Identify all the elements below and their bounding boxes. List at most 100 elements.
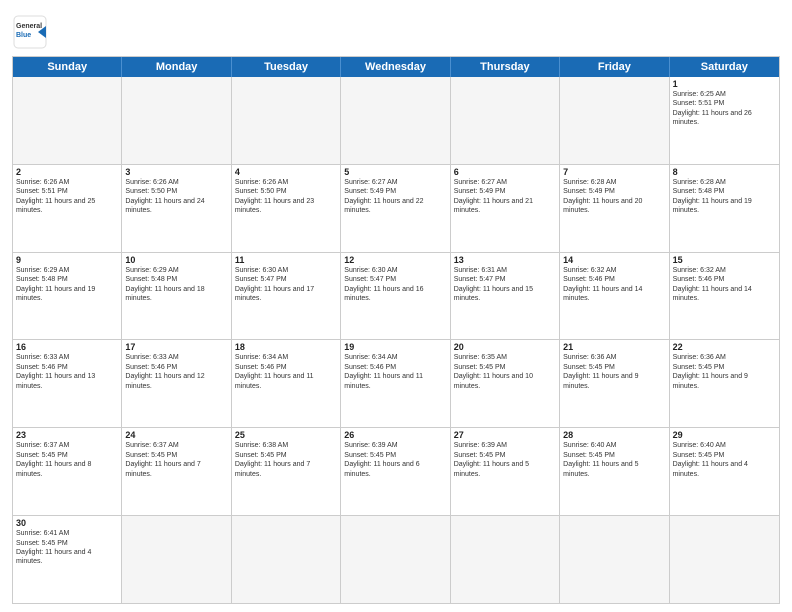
calendar-cell-24: 24Sunrise: 6:37 AM Sunset: 5:45 PM Dayli… <box>122 428 231 515</box>
day-number: 20 <box>454 342 556 352</box>
day-number: 1 <box>673 79 776 89</box>
logo-icon: General Blue <box>12 14 48 50</box>
cell-info: Sunrise: 6:29 AM Sunset: 5:48 PM Dayligh… <box>16 266 118 304</box>
calendar-cell-11: 11Sunrise: 6:30 AM Sunset: 5:47 PM Dayli… <box>232 253 341 340</box>
calendar-cell-1: 1Sunrise: 6:25 AM Sunset: 5:51 PM Daylig… <box>670 77 779 164</box>
calendar-cell-2: 2Sunrise: 6:26 AM Sunset: 5:51 PM Daylig… <box>13 165 122 252</box>
cell-info: Sunrise: 6:26 AM Sunset: 5:50 PM Dayligh… <box>235 178 337 216</box>
day-number: 16 <box>16 342 118 352</box>
day-number: 21 <box>563 342 665 352</box>
cell-info: Sunrise: 6:30 AM Sunset: 5:47 PM Dayligh… <box>344 266 446 304</box>
header-day-thursday: Thursday <box>451 57 560 77</box>
calendar-cell-13: 13Sunrise: 6:31 AM Sunset: 5:47 PM Dayli… <box>451 253 560 340</box>
day-number: 28 <box>563 430 665 440</box>
calendar-cell-9: 9Sunrise: 6:29 AM Sunset: 5:48 PM Daylig… <box>13 253 122 340</box>
calendar-cell-empty-5-6 <box>670 516 779 603</box>
calendar-cell-5: 5Sunrise: 6:27 AM Sunset: 5:49 PM Daylig… <box>341 165 450 252</box>
cell-info: Sunrise: 6:31 AM Sunset: 5:47 PM Dayligh… <box>454 266 556 304</box>
svg-text:Blue: Blue <box>16 32 31 39</box>
day-number: 2 <box>16 167 118 177</box>
page: General Blue SundayMondayTuesdayWednesda… <box>0 0 792 612</box>
calendar-cell-empty-0-3 <box>341 77 450 164</box>
cell-info: Sunrise: 6:40 AM Sunset: 5:45 PM Dayligh… <box>673 441 776 479</box>
cell-info: Sunrise: 6:33 AM Sunset: 5:46 PM Dayligh… <box>16 353 118 391</box>
calendar-cell-19: 19Sunrise: 6:34 AM Sunset: 5:46 PM Dayli… <box>341 340 450 427</box>
day-number: 4 <box>235 167 337 177</box>
cell-info: Sunrise: 6:28 AM Sunset: 5:48 PM Dayligh… <box>673 178 776 216</box>
calendar-row-0: 1Sunrise: 6:25 AM Sunset: 5:51 PM Daylig… <box>13 77 779 164</box>
day-number: 24 <box>125 430 227 440</box>
calendar-cell-empty-5-1 <box>122 516 231 603</box>
day-number: 19 <box>344 342 446 352</box>
calendar-cell-25: 25Sunrise: 6:38 AM Sunset: 5:45 PM Dayli… <box>232 428 341 515</box>
day-number: 10 <box>125 255 227 265</box>
calendar-cell-empty-0-5 <box>560 77 669 164</box>
day-number: 25 <box>235 430 337 440</box>
calendar-cell-28: 28Sunrise: 6:40 AM Sunset: 5:45 PM Dayli… <box>560 428 669 515</box>
header-day-monday: Monday <box>122 57 231 77</box>
cell-info: Sunrise: 6:26 AM Sunset: 5:50 PM Dayligh… <box>125 178 227 216</box>
cell-info: Sunrise: 6:25 AM Sunset: 5:51 PM Dayligh… <box>673 90 776 128</box>
day-number: 29 <box>673 430 776 440</box>
calendar-cell-12: 12Sunrise: 6:30 AM Sunset: 5:47 PM Dayli… <box>341 253 450 340</box>
calendar: SundayMondayTuesdayWednesdayThursdayFrid… <box>12 56 780 604</box>
calendar-row-1: 2Sunrise: 6:26 AM Sunset: 5:51 PM Daylig… <box>13 164 779 252</box>
day-number: 6 <box>454 167 556 177</box>
calendar-cell-10: 10Sunrise: 6:29 AM Sunset: 5:48 PM Dayli… <box>122 253 231 340</box>
logo: General Blue <box>12 14 48 50</box>
header-day-saturday: Saturday <box>670 57 779 77</box>
calendar-row-2: 9Sunrise: 6:29 AM Sunset: 5:48 PM Daylig… <box>13 252 779 340</box>
cell-info: Sunrise: 6:37 AM Sunset: 5:45 PM Dayligh… <box>16 441 118 479</box>
cell-info: Sunrise: 6:32 AM Sunset: 5:46 PM Dayligh… <box>673 266 776 304</box>
day-number: 5 <box>344 167 446 177</box>
calendar-row-4: 23Sunrise: 6:37 AM Sunset: 5:45 PM Dayli… <box>13 427 779 515</box>
cell-info: Sunrise: 6:27 AM Sunset: 5:49 PM Dayligh… <box>454 178 556 216</box>
cell-info: Sunrise: 6:39 AM Sunset: 5:45 PM Dayligh… <box>344 441 446 479</box>
day-number: 3 <box>125 167 227 177</box>
cell-info: Sunrise: 6:30 AM Sunset: 5:47 PM Dayligh… <box>235 266 337 304</box>
day-number: 30 <box>16 518 118 528</box>
cell-info: Sunrise: 6:27 AM Sunset: 5:49 PM Dayligh… <box>344 178 446 216</box>
calendar-cell-18: 18Sunrise: 6:34 AM Sunset: 5:46 PM Dayli… <box>232 340 341 427</box>
calendar-cell-15: 15Sunrise: 6:32 AM Sunset: 5:46 PM Dayli… <box>670 253 779 340</box>
calendar-cell-empty-5-5 <box>560 516 669 603</box>
cell-info: Sunrise: 6:36 AM Sunset: 5:45 PM Dayligh… <box>673 353 776 391</box>
calendar-cell-6: 6Sunrise: 6:27 AM Sunset: 5:49 PM Daylig… <box>451 165 560 252</box>
calendar-cell-empty-5-4 <box>451 516 560 603</box>
calendar-cell-7: 7Sunrise: 6:28 AM Sunset: 5:49 PM Daylig… <box>560 165 669 252</box>
calendar-body: 1Sunrise: 6:25 AM Sunset: 5:51 PM Daylig… <box>13 77 779 603</box>
day-number: 12 <box>344 255 446 265</box>
calendar-cell-3: 3Sunrise: 6:26 AM Sunset: 5:50 PM Daylig… <box>122 165 231 252</box>
cell-info: Sunrise: 6:34 AM Sunset: 5:46 PM Dayligh… <box>235 353 337 391</box>
cell-info: Sunrise: 6:34 AM Sunset: 5:46 PM Dayligh… <box>344 353 446 391</box>
calendar-cell-17: 17Sunrise: 6:33 AM Sunset: 5:46 PM Dayli… <box>122 340 231 427</box>
day-number: 13 <box>454 255 556 265</box>
cell-info: Sunrise: 6:41 AM Sunset: 5:45 PM Dayligh… <box>16 529 118 567</box>
calendar-cell-30: 30Sunrise: 6:41 AM Sunset: 5:45 PM Dayli… <box>13 516 122 603</box>
cell-info: Sunrise: 6:38 AM Sunset: 5:45 PM Dayligh… <box>235 441 337 479</box>
day-number: 7 <box>563 167 665 177</box>
day-number: 11 <box>235 255 337 265</box>
header: General Blue <box>12 10 780 50</box>
calendar-cell-16: 16Sunrise: 6:33 AM Sunset: 5:46 PM Dayli… <box>13 340 122 427</box>
calendar-cell-14: 14Sunrise: 6:32 AM Sunset: 5:46 PM Dayli… <box>560 253 669 340</box>
calendar-cell-empty-0-4 <box>451 77 560 164</box>
header-day-friday: Friday <box>560 57 669 77</box>
calendar-cell-22: 22Sunrise: 6:36 AM Sunset: 5:45 PM Dayli… <box>670 340 779 427</box>
calendar-cell-empty-5-3 <box>341 516 450 603</box>
cell-info: Sunrise: 6:36 AM Sunset: 5:45 PM Dayligh… <box>563 353 665 391</box>
day-number: 15 <box>673 255 776 265</box>
calendar-cell-empty-0-0 <box>13 77 122 164</box>
day-number: 23 <box>16 430 118 440</box>
header-day-sunday: Sunday <box>13 57 122 77</box>
day-number: 18 <box>235 342 337 352</box>
day-number: 9 <box>16 255 118 265</box>
calendar-cell-empty-0-2 <box>232 77 341 164</box>
day-number: 17 <box>125 342 227 352</box>
calendar-cell-8: 8Sunrise: 6:28 AM Sunset: 5:48 PM Daylig… <box>670 165 779 252</box>
calendar-header: SundayMondayTuesdayWednesdayThursdayFrid… <box>13 57 779 77</box>
cell-info: Sunrise: 6:35 AM Sunset: 5:45 PM Dayligh… <box>454 353 556 391</box>
svg-text:General: General <box>16 23 42 30</box>
header-day-wednesday: Wednesday <box>341 57 450 77</box>
header-day-tuesday: Tuesday <box>232 57 341 77</box>
